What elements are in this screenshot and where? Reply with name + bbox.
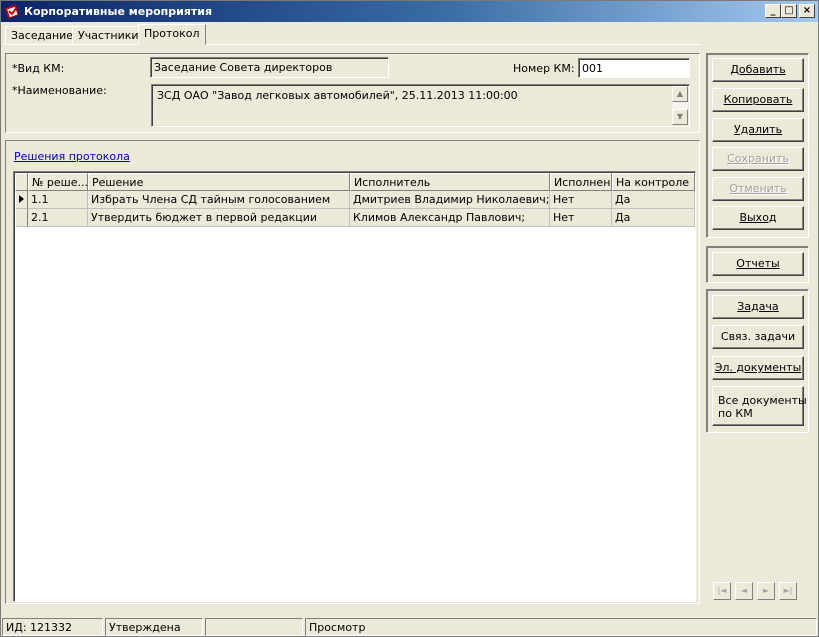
nav-next-icon[interactable]: ► <box>757 582 775 600</box>
header-done[interactable]: Исполнено <box>550 173 612 191</box>
cell-executor[interactable]: Дмитриев Владимир Николаевич; <box>350 191 550 209</box>
tab-meeting[interactable]: Заседание <box>5 26 80 44</box>
table-row[interactable]: 2.1 Утвердить бюджет в первой редакции К… <box>15 209 695 227</box>
cell-decision[interactable]: Избрать Члена СД тайным голосованием <box>88 191 350 209</box>
status-mode: Просмотр <box>305 618 817 636</box>
header-num[interactable]: № реше... <box>28 173 88 191</box>
reports-button[interactable]: Отчеты <box>712 252 804 276</box>
tab-participants[interactable]: Участники <box>72 26 145 44</box>
save-button[interactable]: Сохранить <box>712 147 804 171</box>
close-button[interactable]: × <box>799 4 815 18</box>
header-control[interactable]: На контроле <box>612 173 695 191</box>
status-empty <box>205 618 303 636</box>
window-title: Корпоративные мероприятия <box>24 5 213 18</box>
all-docs-line1: Все документы <box>718 394 807 407</box>
all-docs-line2: по КМ <box>718 407 753 420</box>
linked-tasks-button[interactable]: Связ. задачи <box>712 325 804 349</box>
cell-executor[interactable]: Климов Александр Павлович; <box>350 209 550 227</box>
decisions-grid[interactable]: № реше... Решение Исполнитель Исполнено … <box>13 171 696 602</box>
task-button[interactable]: Задача <box>712 295 804 319</box>
cell-decision[interactable]: Утвердить бюджет в первой редакции <box>88 209 350 227</box>
tab-divider <box>4 44 702 45</box>
table-row[interactable]: 1.1 Избрать Члена СД тайным голосованием… <box>15 191 695 209</box>
add-button[interactable]: Добавить <box>712 58 804 82</box>
number-field[interactable]: 001 <box>578 58 690 78</box>
current-row-arrow-icon <box>19 195 24 203</box>
nav-first-icon[interactable]: |◄ <box>713 582 731 600</box>
minimize-button[interactable]: _ <box>765 4 781 18</box>
cell-num[interactable]: 1.1 <box>28 191 88 209</box>
name-memo[interactable]: ЗСД ОАО "Завод легковых автомобилей", 25… <box>151 84 690 127</box>
nav-prev-icon[interactable]: ◄ <box>735 582 753 600</box>
cell-done[interactable]: Нет <box>550 209 612 227</box>
cell-control[interactable]: Да <box>612 209 695 227</box>
all-docs-button[interactable]: Все документы по КМ <box>712 386 807 426</box>
type-field[interactable]: Заседание Совета директоров <box>150 57 389 78</box>
cell-num[interactable]: 2.1 <box>28 209 88 227</box>
number-label: Номер КМ: <box>513 62 575 75</box>
header-indicator <box>15 173 28 191</box>
name-label: *Наименование: <box>12 84 107 97</box>
cell-done[interactable]: Нет <box>550 191 612 209</box>
tab-protocol[interactable]: Протокол <box>138 24 206 45</box>
row-indicator <box>15 191 28 209</box>
row-indicator <box>15 209 28 227</box>
title-bar: Корпоративные мероприятия _ □ × <box>1 1 818 22</box>
app-logo-icon <box>4 4 20 19</box>
cell-control[interactable]: Да <box>612 191 695 209</box>
decisions-link[interactable]: Решения протокола <box>14 150 130 163</box>
main-window: Корпоративные мероприятия _ □ × Заседани… <box>0 0 819 637</box>
exit-button[interactable]: Выход <box>712 206 804 230</box>
delete-button[interactable]: Удалить <box>712 118 804 142</box>
grid-header: № реше... Решение Исполнитель Исполнено … <box>15 173 695 191</box>
maximize-button[interactable]: □ <box>781 4 797 18</box>
memo-scrollbar[interactable]: ▲ ▼ <box>672 86 688 125</box>
scroll-down-icon[interactable]: ▼ <box>672 109 688 125</box>
type-label: *Вид КМ: <box>12 62 65 75</box>
status-state: Утверждена <box>105 618 203 636</box>
scroll-up-icon[interactable]: ▲ <box>672 86 688 102</box>
name-text: ЗСД ОАО "Завод легковых автомобилей", 25… <box>157 89 518 102</box>
copy-button[interactable]: Копировать <box>712 88 804 112</box>
header-executor[interactable]: Исполнитель <box>350 173 550 191</box>
cancel-button[interactable]: Отменить <box>712 177 804 201</box>
el-docs-button[interactable]: Эл. документы <box>712 356 804 380</box>
status-id: ИД: 121332 <box>2 618 103 636</box>
status-bar: ИД: 121332 Утверждена Просмотр <box>1 617 818 637</box>
header-decision[interactable]: Решение <box>88 173 350 191</box>
nav-last-icon[interactable]: ►| <box>779 582 797 600</box>
